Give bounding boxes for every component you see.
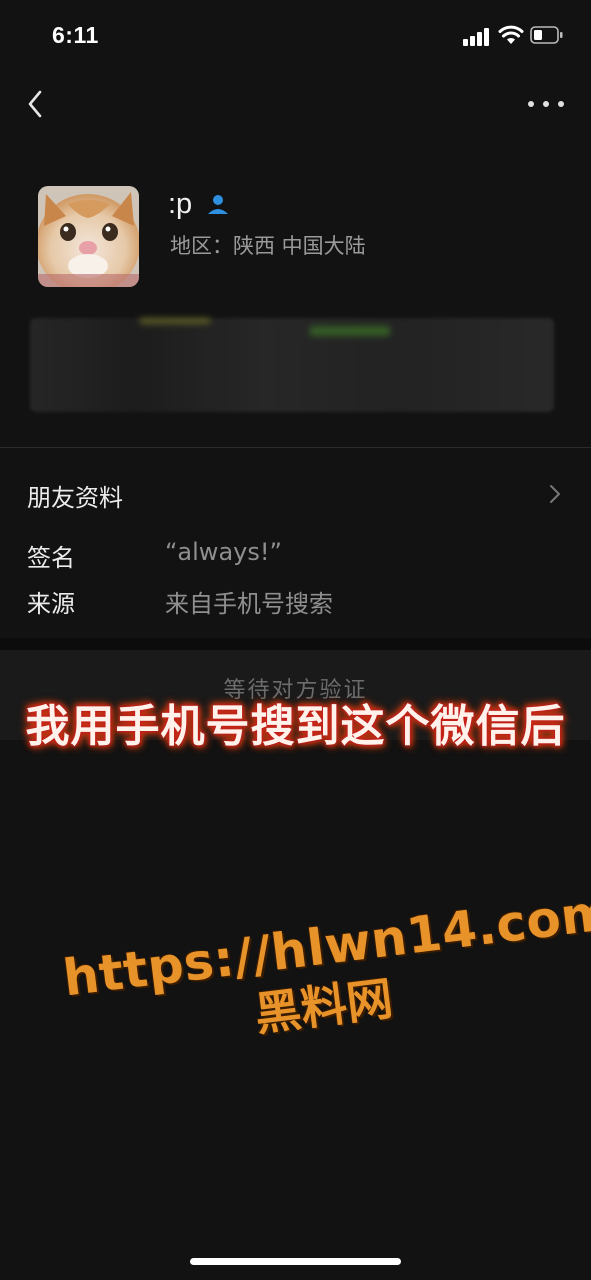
- redacted-area: [30, 318, 554, 412]
- more-dots-icon[interactable]: [528, 92, 564, 116]
- divider: [0, 447, 591, 448]
- profile-header: :p 地区：陕西 中国大陆: [0, 170, 591, 300]
- profile-region: 地区：陕西 中国大陆: [170, 234, 366, 258]
- wifi-icon: [498, 24, 524, 46]
- avatar[interactable]: [38, 186, 139, 287]
- watermark: https://hlwn14.com 黑料网: [60, 883, 591, 1119]
- status-time: 6:11: [52, 22, 99, 48]
- nav-bar: [0, 72, 591, 136]
- source-row: 来源 来自手机号搜索: [0, 578, 591, 624]
- friend-info-row[interactable]: 朋友资料: [0, 462, 591, 524]
- chevron-right-icon: [547, 482, 563, 506]
- person-icon: [206, 192, 230, 216]
- overlay-caption: 我用手机号搜到这个微信后: [25, 701, 566, 752]
- profile-name: :p: [168, 187, 193, 220]
- friend-info-label: 朋友资料: [27, 484, 123, 512]
- home-indicator: [190, 1258, 401, 1265]
- status-bar: 6:11: [0, 0, 591, 72]
- signature-row: 签名 “always!”: [0, 532, 591, 578]
- source-value: 来自手机号搜索: [165, 590, 333, 618]
- battery-icon: [530, 26, 563, 44]
- signature-label: 签名: [27, 544, 75, 572]
- back-icon[interactable]: [22, 86, 50, 122]
- signal-icon: [463, 26, 491, 46]
- signature-value: “always!”: [165, 538, 282, 566]
- source-label: 来源: [27, 590, 75, 618]
- name-row: :p: [168, 184, 230, 224]
- section-gap: [0, 638, 591, 650]
